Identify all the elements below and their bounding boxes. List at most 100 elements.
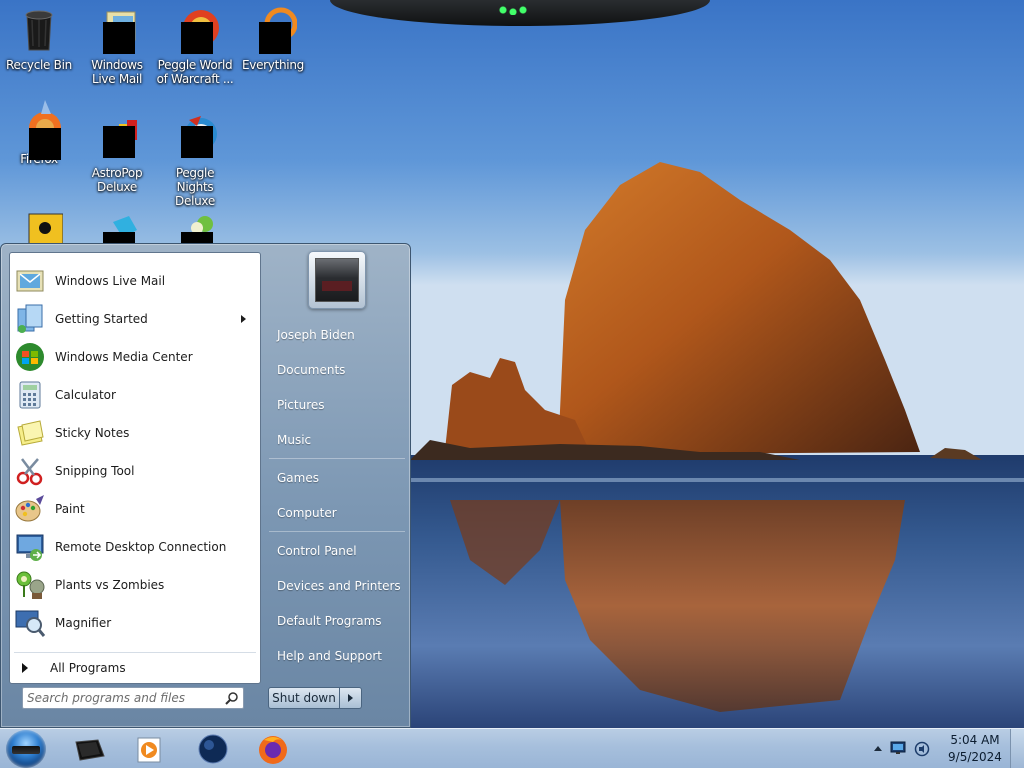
search-icon[interactable] — [225, 691, 239, 705]
start-item-label: Windows Media Center — [55, 350, 193, 364]
clock-date: 9/5/2024 — [948, 750, 1002, 764]
start-item-windows-media-center[interactable]: Windows Media Center — [12, 338, 258, 376]
show-hidden-icons-button[interactable] — [874, 746, 882, 751]
start-search-area — [9, 684, 261, 722]
taskbar-media-center-button[interactable] — [196, 732, 230, 766]
desktop-icon-windows-live-mail[interactable]: Windows Live Mail — [78, 6, 156, 86]
firefox-icon — [15, 100, 63, 160]
divider — [269, 531, 405, 532]
start-search-box[interactable] — [22, 687, 244, 709]
taskbar-explorer-button[interactable] — [72, 732, 106, 766]
start-menu-programs-pane: Windows Live Mail Getting Started Window… — [9, 252, 261, 684]
start-item-windows-live-mail[interactable]: Windows Live Mail — [12, 262, 258, 300]
user-picture-icon — [315, 258, 359, 302]
mail-icon — [14, 265, 46, 297]
start-button[interactable] — [6, 730, 46, 768]
desktop-icon-label: Peggle Nights Deluxe — [175, 166, 215, 208]
divider — [269, 458, 405, 459]
plants-vs-zombies-icon — [14, 569, 46, 601]
explorer-icon — [75, 739, 105, 761]
desktop-icon-label: Everything — [242, 58, 304, 72]
media-center-icon — [14, 341, 46, 373]
taskbar-clock[interactable]: 5:04 AM 9/5/2024 — [940, 732, 1010, 766]
everything-icon — [249, 6, 298, 54]
clock-time: 5:04 AM — [950, 733, 1000, 747]
taskbar: 5:04 AM 9/5/2024 — [0, 728, 1024, 768]
right-item-default-programs[interactable]: Default Programs — [269, 607, 403, 635]
remote-desktop-icon — [14, 531, 46, 563]
desktop-icon-label: Peggle World of Warcraft ... — [156, 58, 234, 86]
desktop-icon-partial[interactable] — [0, 212, 78, 244]
right-item-user[interactable]: Joseph Biden — [269, 321, 403, 349]
right-item-label: Help and Support — [277, 649, 382, 663]
start-item-label: Remote Desktop Connection — [55, 540, 227, 554]
right-item-pictures[interactable]: Pictures — [269, 391, 403, 419]
start-item-label: Getting Started — [55, 312, 148, 326]
start-item-getting-started[interactable]: Getting Started — [12, 300, 258, 338]
right-item-music[interactable]: Music — [269, 426, 403, 454]
recycle-bin-icon — [15, 6, 63, 54]
taskbar-firefox-button[interactable] — [256, 732, 290, 766]
desktop-icon-label: Recycle Bin — [6, 58, 72, 72]
windows-live-mail-icon — [93, 6, 141, 54]
media-player-icon — [137, 737, 161, 763]
user-avatar[interactable] — [308, 251, 366, 309]
right-item-label: Joseph Biden — [277, 328, 355, 342]
desktop-icon-firefox[interactable]: Firefox — [0, 100, 78, 166]
desktop-icon-recycle-bin[interactable]: Recycle Bin — [0, 6, 78, 72]
show-desktop-button[interactable] — [1010, 729, 1024, 768]
calculator-icon — [14, 379, 46, 411]
all-programs-label: All Programs — [50, 661, 126, 675]
expand-arrow-icon — [22, 663, 28, 673]
start-item-label: Plants vs Zombies — [55, 578, 165, 592]
start-menu: Windows Live Mail Getting Started Window… — [0, 243, 411, 728]
desktop-icon-astropop[interactable]: AstroPop Deluxe — [78, 114, 156, 194]
start-item-remote-desktop[interactable]: Remote Desktop Connection — [12, 528, 258, 566]
right-item-label: Control Panel — [277, 544, 357, 558]
network-icon[interactable] — [890, 741, 906, 755]
desktop-icon-peggle-nights[interactable]: Peggle Nights Deluxe — [156, 114, 234, 208]
right-item-label: Computer — [277, 506, 337, 520]
start-item-calculator[interactable]: Calculator — [12, 376, 258, 414]
all-programs-button[interactable]: All Programs — [12, 655, 258, 681]
plant-icon — [171, 212, 219, 244]
right-item-label: Devices and Printers — [277, 579, 401, 593]
astropop-icon — [93, 114, 141, 162]
start-item-magnifier[interactable]: Magnifier — [12, 604, 258, 642]
desktop-icon-peggle-wow[interactable]: Peggle World of Warcraft ... — [156, 6, 234, 86]
right-item-help-support[interactable]: Help and Support — [269, 642, 403, 670]
desktop-icon-partial[interactable] — [156, 212, 234, 244]
shutdown-label: Shut down — [272, 691, 336, 705]
gem-icon — [93, 212, 141, 244]
sticky-notes-icon — [14, 417, 46, 449]
start-item-label: Calculator — [55, 388, 116, 402]
desktop-icon-label: AstroPop Deluxe — [91, 166, 143, 194]
system-tray: 5:04 AM 9/5/2024 — [864, 729, 1024, 768]
start-item-paint[interactable]: Paint — [12, 490, 258, 528]
start-item-label: Paint — [55, 502, 85, 516]
submenu-arrow-icon — [241, 315, 246, 323]
getting-started-icon — [14, 303, 46, 335]
taskbar-media-player-button[interactable] — [132, 732, 166, 766]
start-item-label: Sticky Notes — [55, 426, 130, 440]
divider — [14, 652, 256, 653]
right-item-games[interactable]: Games — [269, 464, 403, 492]
right-item-computer[interactable]: Computer — [269, 499, 403, 527]
desktop-icon-partial[interactable] — [78, 212, 156, 244]
right-item-label: Default Programs — [277, 614, 382, 628]
shutdown-button[interactable]: Shut down — [268, 687, 340, 709]
right-item-devices-printers[interactable]: Devices and Printers — [269, 572, 403, 600]
right-item-label: Games — [277, 471, 319, 485]
start-item-plants-vs-zombies[interactable]: Plants vs Zombies — [12, 566, 258, 604]
desktop-icon-everything[interactable]: Everything — [234, 6, 312, 72]
start-item-snipping-tool[interactable]: Snipping Tool — [12, 452, 258, 490]
paint-icon — [14, 493, 46, 525]
peggle-nights-icon — [171, 114, 219, 162]
search-input[interactable] — [27, 690, 217, 706]
right-item-control-panel[interactable]: Control Panel — [269, 537, 403, 565]
start-item-label: Windows Live Mail — [55, 274, 166, 288]
right-item-documents[interactable]: Documents — [269, 356, 403, 384]
shutdown-options-button[interactable] — [340, 687, 362, 709]
volume-icon[interactable] — [914, 741, 930, 757]
start-item-sticky-notes[interactable]: Sticky Notes — [12, 414, 258, 452]
